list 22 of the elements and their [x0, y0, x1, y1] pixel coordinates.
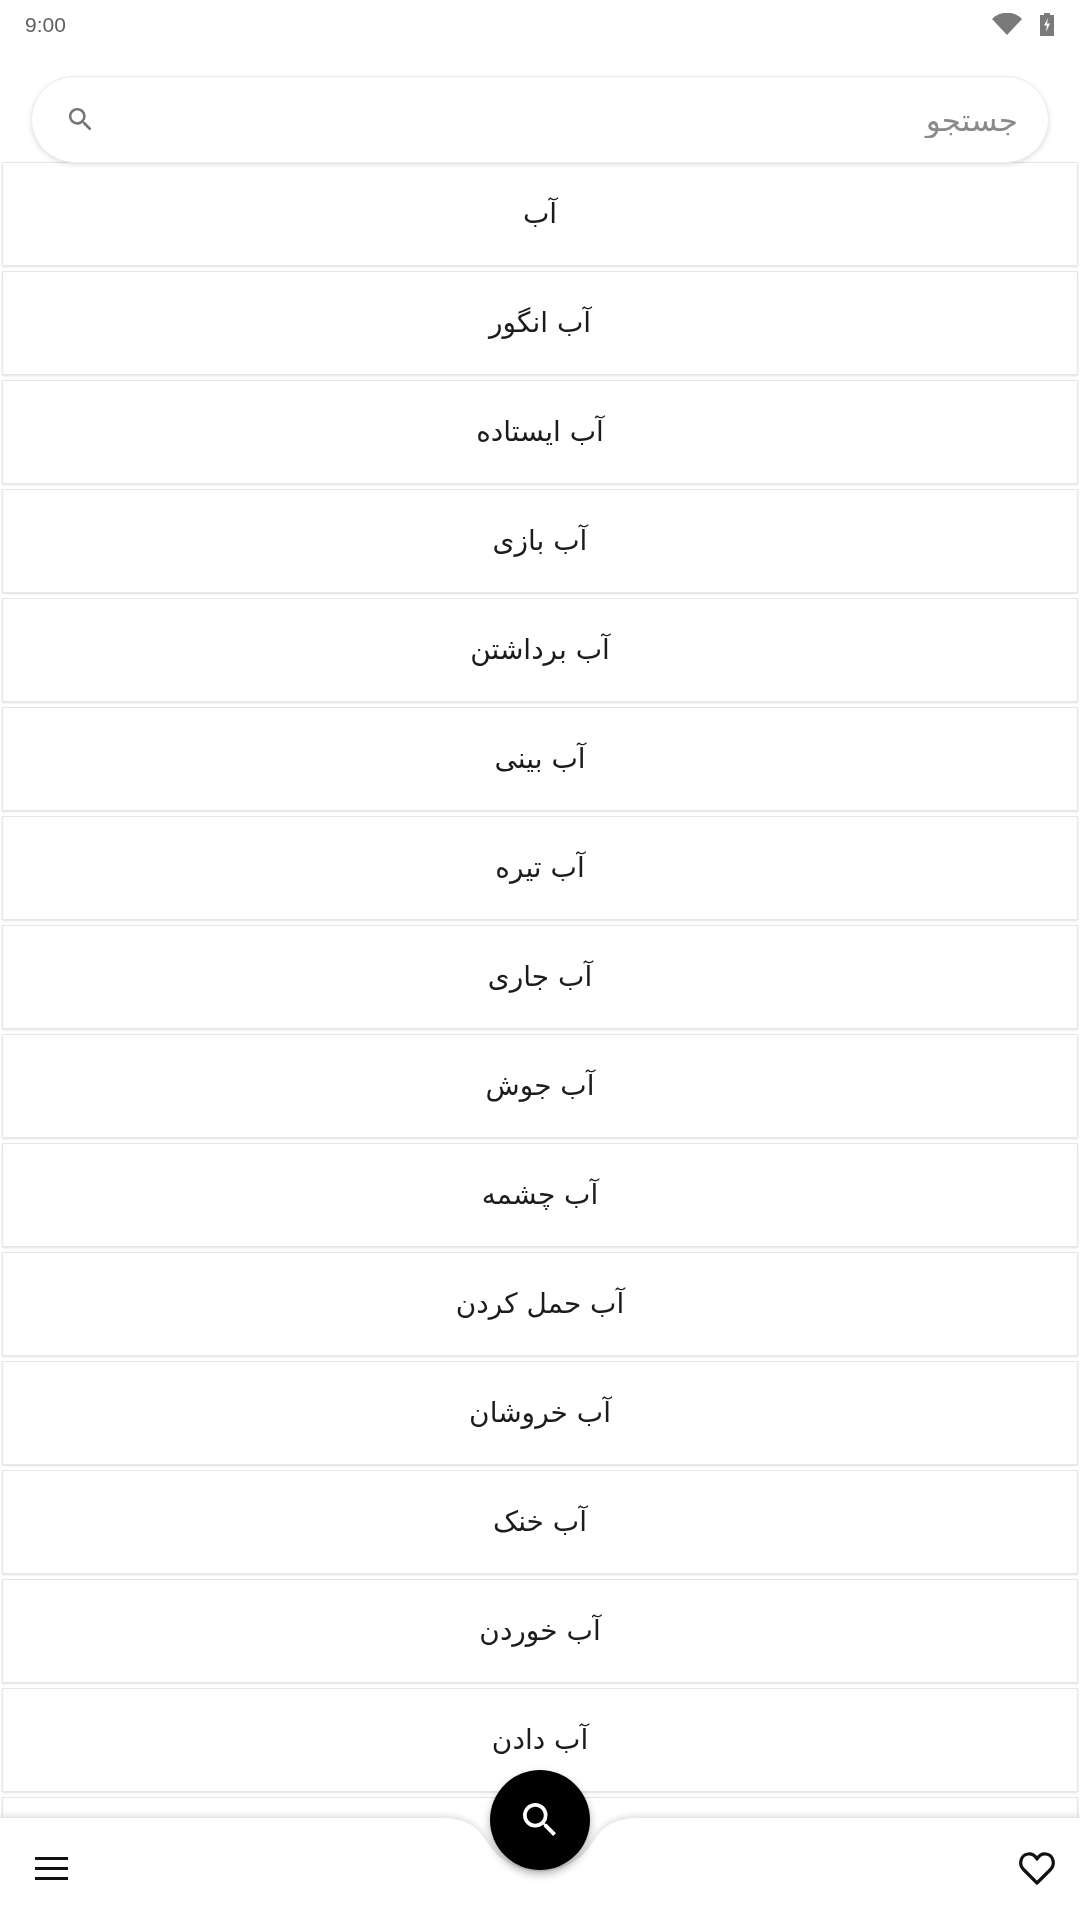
- list-item[interactable]: آب خروشان: [2, 1361, 1078, 1465]
- list-item[interactable]: آب انگور: [2, 271, 1078, 375]
- status-time: 9:00: [25, 13, 66, 35]
- list-item[interactable]: آب تیره: [2, 816, 1078, 920]
- heart-icon: [1019, 1851, 1055, 1885]
- battery-icon: [1040, 12, 1054, 36]
- wifi-icon: [992, 13, 1022, 35]
- list-item[interactable]: آب بازی: [2, 489, 1078, 593]
- search-icon: [523, 1803, 557, 1837]
- search-field[interactable]: جستجو: [31, 76, 1049, 163]
- list-item[interactable]: آب خنک: [2, 1470, 1078, 1574]
- list-item[interactable]: آب جاری: [2, 925, 1078, 1029]
- list-item[interactable]: آب: [2, 162, 1078, 266]
- list-item[interactable]: آب چشمه: [2, 1143, 1078, 1247]
- menu-icon: [34, 1856, 68, 1880]
- list-item[interactable]: آب حمل کردن: [2, 1252, 1078, 1356]
- list-item[interactable]: آب بینی: [2, 707, 1078, 811]
- list-item[interactable]: آب جوش: [2, 1034, 1078, 1138]
- list-item[interactable]: آب برداشتن: [2, 598, 1078, 702]
- list-item[interactable]: آب ایستاده: [2, 380, 1078, 484]
- list-item[interactable]: آب دادن: [2, 1688, 1078, 1792]
- list-item[interactable]: آب خوردن: [2, 1579, 1078, 1683]
